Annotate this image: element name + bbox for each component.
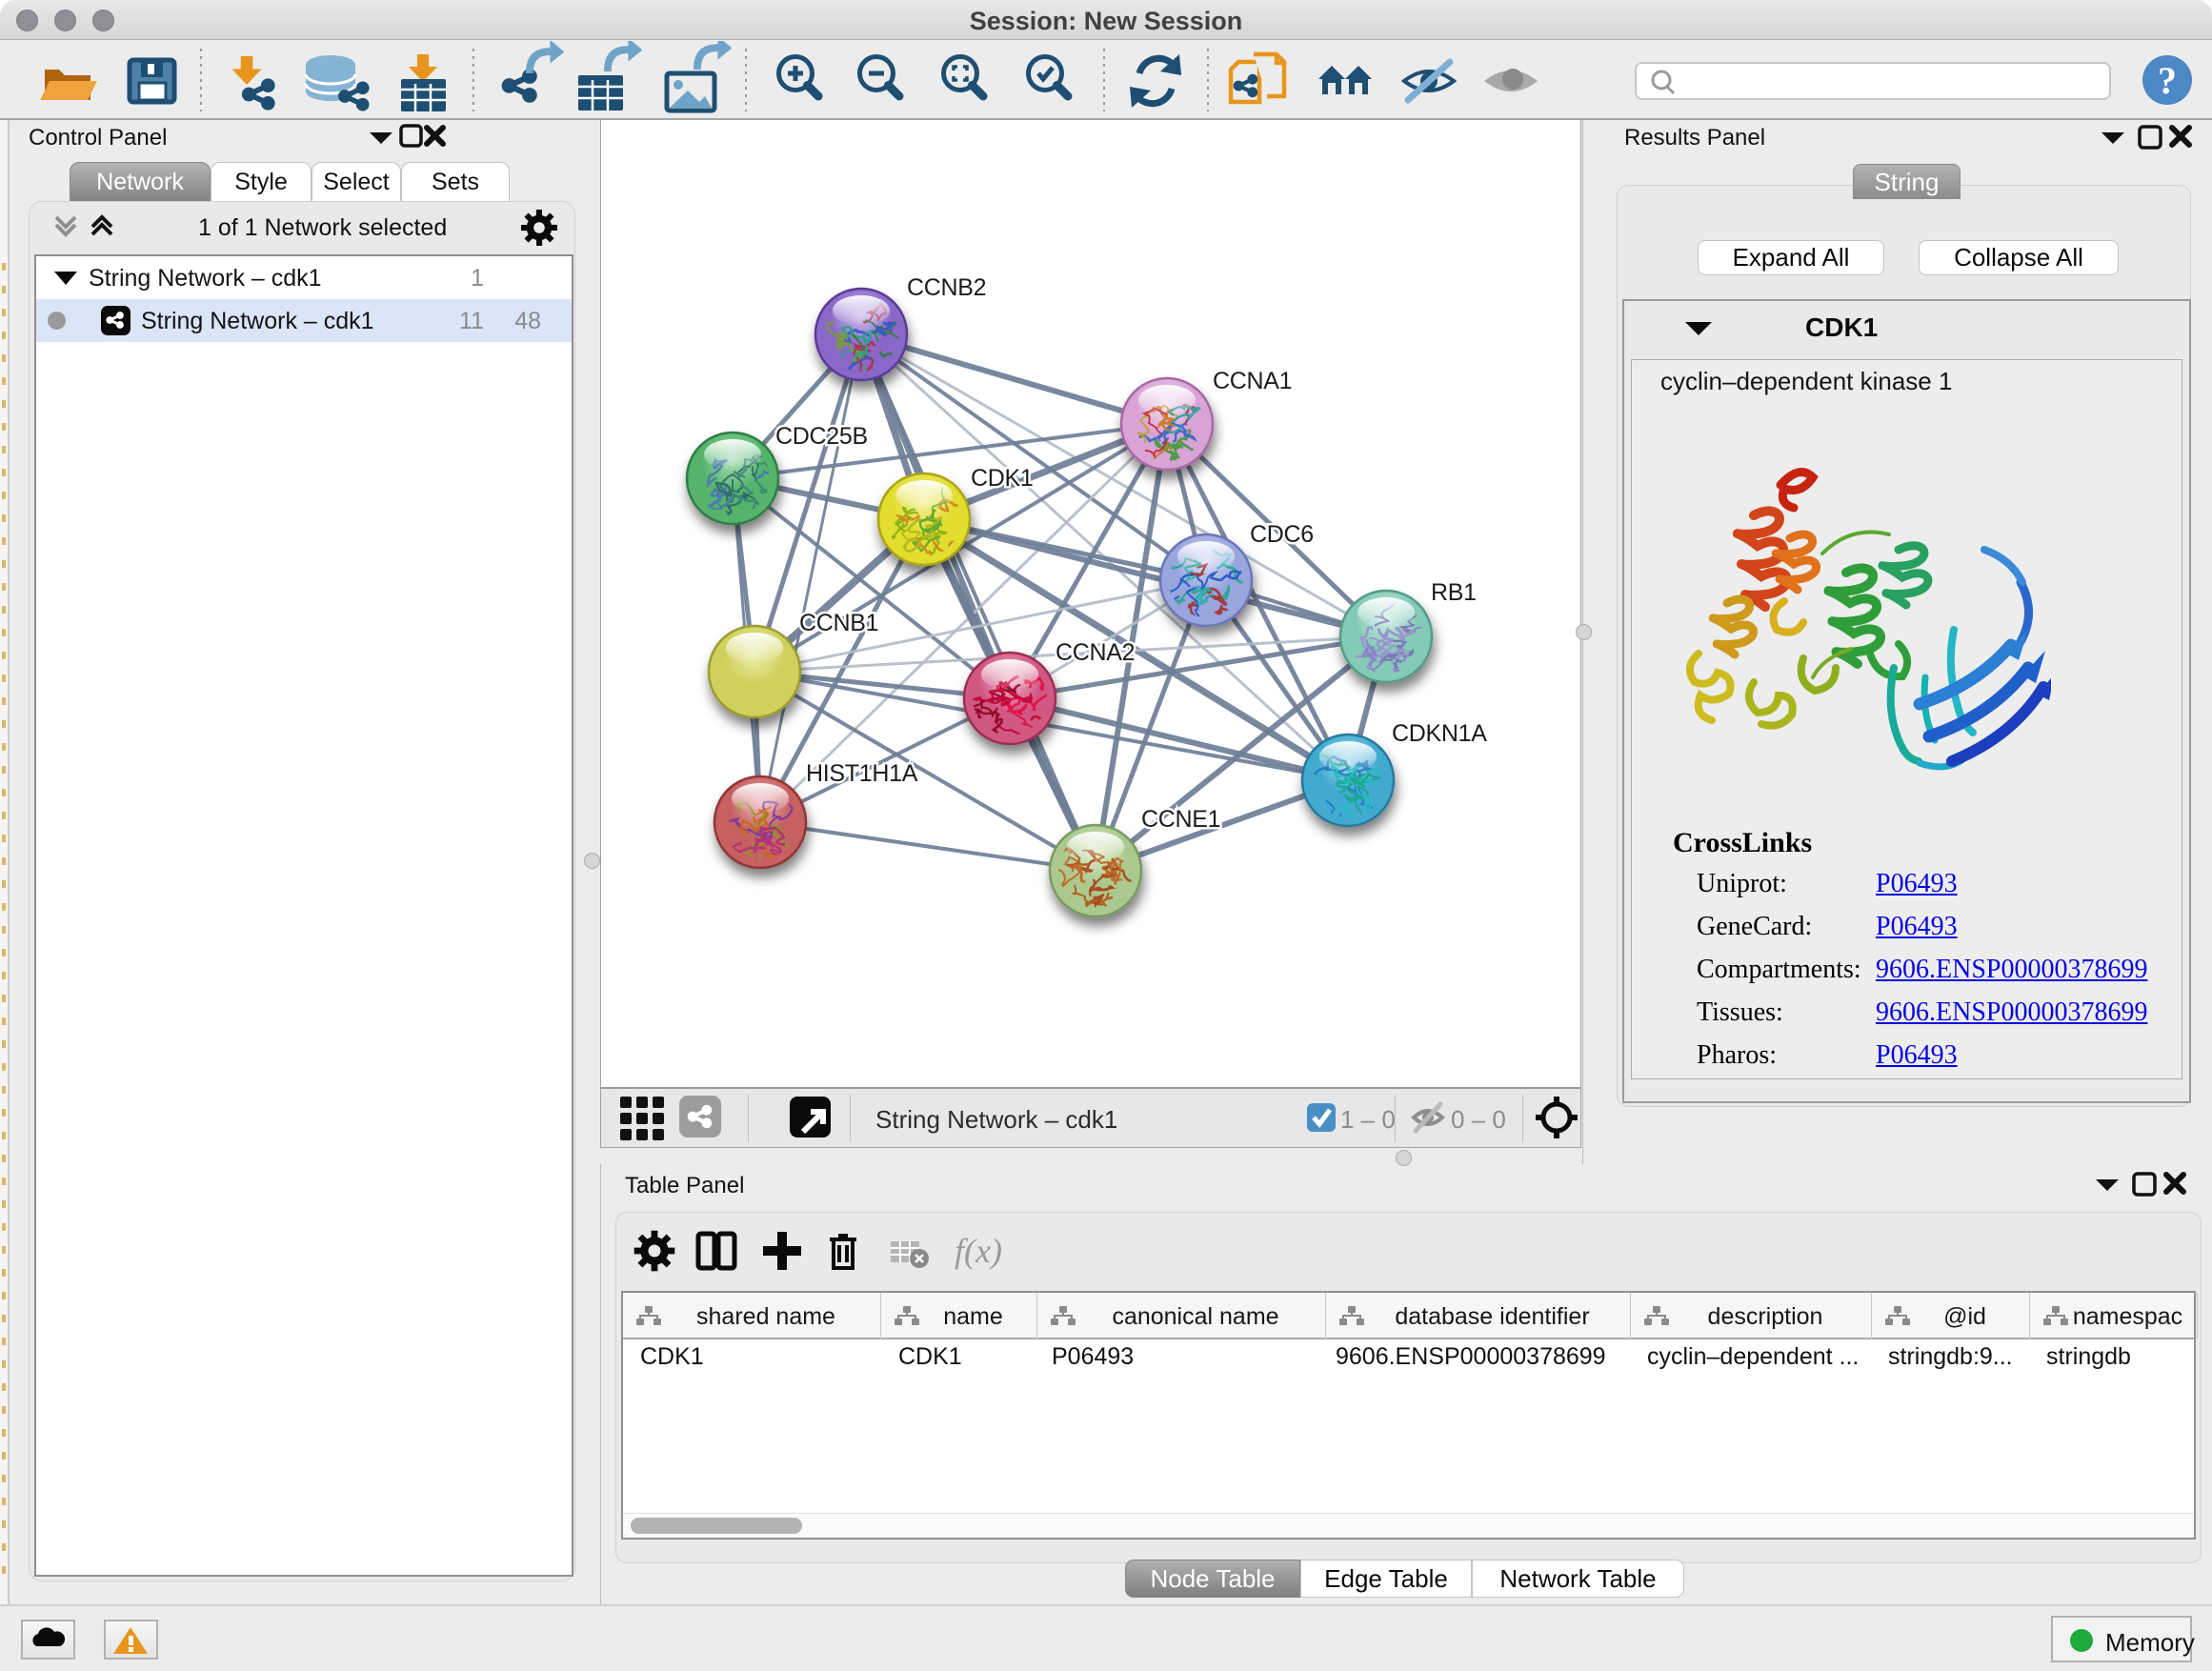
svg-text:RB1: RB1 [1431, 579, 1477, 606]
svg-text:CDC25B: CDC25B [775, 423, 868, 450]
svg-text:f(x): f(x) [955, 1232, 1002, 1270]
svg-text:CDC6: CDC6 [1250, 521, 1314, 548]
svg-text:CCNA1: CCNA1 [1213, 368, 1292, 394]
svg-text:CDK1: CDK1 [971, 465, 1034, 492]
svg-text:CCNB1: CCNB1 [799, 610, 878, 636]
svg-text:CCNE1: CCNE1 [1141, 806, 1220, 833]
svg-text:HIST1H1A: HIST1H1A [806, 760, 918, 787]
svg-text:CCNA2: CCNA2 [1056, 639, 1135, 666]
svg-text:?: ? [2158, 59, 2177, 102]
svg-text:CDKN1A: CDKN1A [1392, 720, 1487, 747]
svg-text:CCNB2: CCNB2 [907, 274, 986, 301]
